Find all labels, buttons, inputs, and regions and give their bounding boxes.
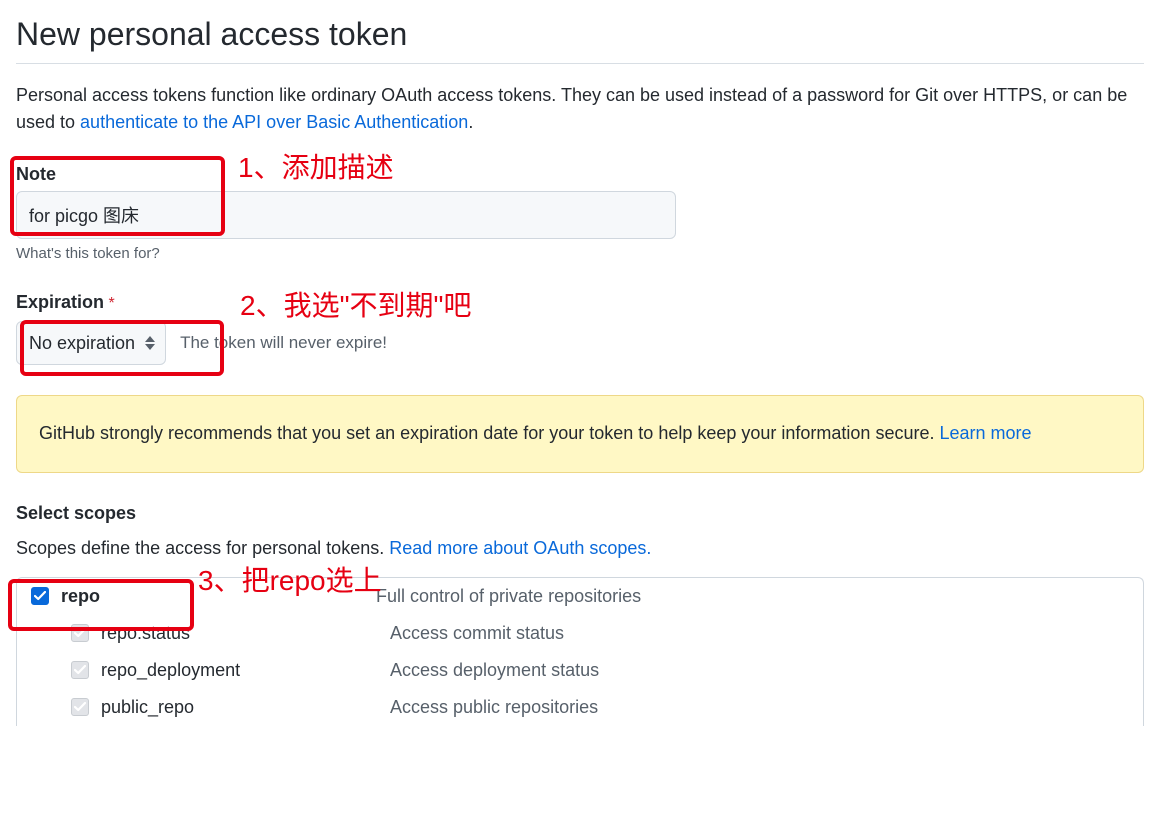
scope-row-repo: repo Full control of private repositorie…	[17, 578, 1143, 615]
note-label: Note	[16, 164, 1144, 185]
expiration-select[interactable]: No expiration	[16, 321, 166, 365]
expiration-selected-value: No expiration	[29, 333, 135, 354]
scope-desc-repo-status: Access commit status	[390, 623, 564, 644]
intro-paragraph: Personal access tokens function like ord…	[16, 82, 1144, 136]
expiration-warning-banner: GitHub strongly recommends that you set …	[16, 395, 1144, 473]
page-title: New personal access token	[16, 16, 1144, 64]
warning-text: GitHub strongly recommends that you set …	[39, 423, 939, 443]
scope-desc-public-repo: Access public repositories	[390, 697, 598, 718]
scope-name-repo-status: repo:status	[101, 623, 190, 644]
select-scopes-heading: Select scopes	[16, 503, 1144, 524]
scope-name-repo-deployment: repo_deployment	[101, 660, 240, 681]
scope-row-repo-deployment: repo_deployment Access deployment status	[17, 652, 1143, 689]
scope-row-repo-status: repo:status Access commit status	[17, 615, 1143, 652]
scope-checkbox-repo-status[interactable]	[71, 624, 89, 642]
note-input[interactable]	[16, 191, 676, 239]
intro-auth-link[interactable]: authenticate to the API over Basic Authe…	[80, 112, 468, 132]
expiration-help-text: The token will never expire!	[180, 333, 387, 353]
scope-checkbox-public-repo[interactable]	[71, 698, 89, 716]
warning-learn-more-link[interactable]: Learn more	[939, 423, 1031, 443]
note-hint: What's this token for?	[16, 245, 1144, 262]
intro-text-after: .	[468, 112, 473, 132]
scope-name-public-repo: public_repo	[101, 697, 194, 718]
scope-desc-repo: Full control of private repositories	[376, 586, 641, 607]
scopes-desc-text: Scopes define the access for personal to…	[16, 538, 389, 558]
select-caret-icon	[145, 336, 155, 350]
expiration-required-mark: *	[108, 295, 114, 312]
scope-desc-repo-deployment: Access deployment status	[390, 660, 599, 681]
scopes-table: repo Full control of private repositorie…	[16, 577, 1144, 726]
scope-checkbox-repo[interactable]	[31, 587, 49, 605]
scope-name-repo: repo	[61, 586, 100, 607]
scopes-description: Scopes define the access for personal to…	[16, 538, 1144, 559]
scope-row-public-repo: public_repo Access public repositories	[17, 689, 1143, 726]
scope-checkbox-repo-deployment[interactable]	[71, 661, 89, 679]
expiration-label: Expiration	[16, 292, 104, 312]
scopes-learn-more-link[interactable]: Read more about OAuth scopes.	[389, 538, 651, 558]
